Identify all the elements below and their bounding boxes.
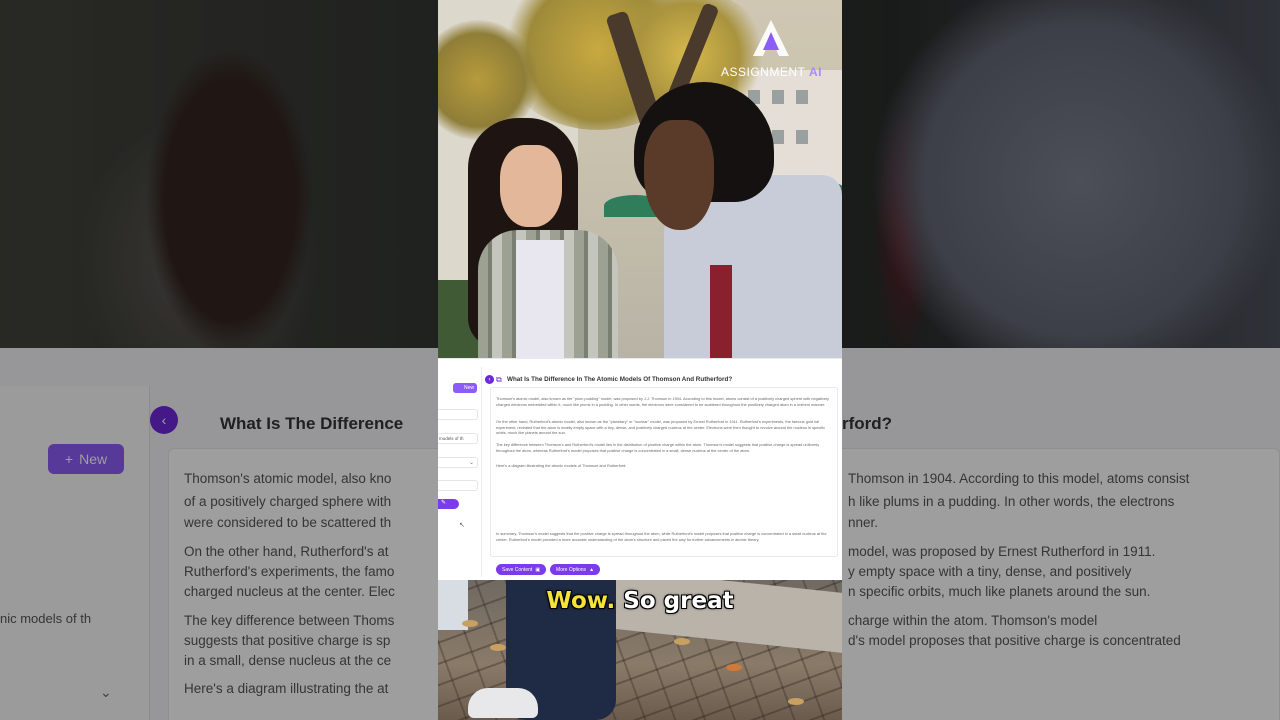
sidebar-history-item[interactable]: models of th: [438, 433, 478, 444]
chat-icon: ⧉: [496, 375, 502, 384]
page-title: What Is The Difference In The Atomic Mod…: [507, 376, 733, 383]
mouse-cursor-icon: ↖: [459, 522, 465, 529]
new-button[interactable]: New: [453, 383, 477, 393]
background-text-left-7: suggests that positive charge is sp: [184, 633, 391, 648]
background-history-item: nic models of th: [0, 611, 92, 626]
background-text-left-3: On the other hand, Rutherford's at: [184, 544, 389, 559]
more-options-button[interactable]: More Options ▲: [550, 564, 601, 575]
background-text-left-0: Thomson's atomic model, also kno: [184, 471, 392, 486]
background-text-right-0: Thomson in 1904. According to this model…: [848, 471, 1190, 486]
background-text-left-4: Rutherford's experiments, the famo: [184, 564, 395, 579]
answer-paragraph-5: In summary, Thomson's model suggests tha…: [496, 531, 827, 542]
campus-photo: ASSIGNMENT AI: [438, 0, 842, 358]
background-text-left-6: The key difference between Thoms: [184, 613, 395, 628]
pencil-icon: ✎: [441, 500, 447, 506]
background-text-right-2: nner.: [848, 515, 879, 530]
brand-logo-icon: [753, 20, 789, 56]
background-text-right-4: y empty space with a tiny, dense, and po…: [848, 564, 1132, 579]
brand-name: ASSIGNMENT AI: [721, 65, 822, 79]
app-window: New models of th ⌄ ✎ ↖ ‹ ⧉ What Is The D…: [438, 358, 842, 580]
answer-paragraph-3: The key difference between Thomson's and…: [496, 442, 820, 453]
background-title-left: What Is The Difference: [220, 414, 404, 433]
background-text-left-2: were considered to be scattered th: [184, 515, 392, 530]
action-bar: Save Content ▣ More Options ▲: [496, 564, 601, 575]
background-new-button: + New: [48, 444, 124, 474]
background-text-right-3: model, was proposed by Ernest Rutherford…: [848, 544, 1156, 559]
shoe: [468, 688, 538, 718]
background-text-left-9: Here's a diagram illustrating the at: [184, 681, 389, 696]
plus-icon: +: [64, 451, 74, 467]
sidebar-field-2[interactable]: [438, 480, 478, 491]
sidebar: New models of th ⌄ ✎ ↖: [438, 367, 482, 577]
brand-logo: ASSIGNMENT AI: [721, 18, 821, 79]
chevron-left-icon: ‹: [488, 376, 491, 383]
background-back-icon: ‹: [150, 406, 178, 434]
answer-paragraph-4: Here's a diagram illustrating the atomic…: [496, 463, 627, 468]
video-caption: Wow. So great: [546, 588, 734, 614]
background-title-right: rford?: [842, 414, 893, 433]
answer-paragraph-2: On the other hand, Rutherford's atomic m…: [496, 419, 826, 436]
chevron-down-icon: ⌄: [100, 684, 112, 700]
sidebar-field[interactable]: [438, 409, 478, 420]
background-text-right-1: h like plums in a pudding. In other word…: [848, 494, 1175, 509]
background-text-right-5: n specific orbits, much like planets aro…: [848, 584, 1151, 599]
options-icon: ▲: [589, 566, 595, 573]
back-button[interactable]: ‹: [485, 375, 494, 384]
background-text-left-1: of a positively charged sphere with: [184, 494, 392, 509]
video-frame: ASSIGNMENT AI New models of th ⌄ ✎ ↖ ‹ ⧉…: [438, 0, 842, 720]
edit-button[interactable]: ✎: [438, 499, 459, 509]
save-content-button[interactable]: Save Content ▣: [496, 564, 547, 575]
background-text-left-8: in a small, dense nucleus at the ce: [184, 653, 392, 668]
background-text-right-6: charge within the atom. Thomson's model: [848, 613, 1098, 628]
chevron-down-icon[interactable]: ⌄: [469, 459, 474, 466]
answer-card: Thomson's atomic model, also known as th…: [490, 387, 838, 557]
background-text-right-7: d's model proposes that positive charge …: [848, 633, 1181, 648]
save-icon: ▣: [535, 566, 541, 573]
background-text-left-5: charged nucleus at the center. Elec: [184, 584, 395, 599]
answer-paragraph-1: Thomson's atomic model, also known as th…: [496, 396, 829, 407]
background-sidebar: + New nic models of th ⌄: [0, 386, 150, 720]
